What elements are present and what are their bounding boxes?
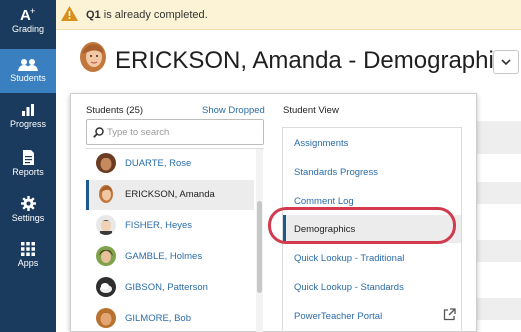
- view-item-assignments[interactable]: Assignments: [283, 129, 461, 157]
- view-item-label: Standards Progress: [294, 167, 378, 178]
- background-row: [477, 240, 521, 262]
- view-item-label: Quick Lookup - Traditional: [294, 253, 405, 264]
- student-row-duarte[interactable]: DUARTE, Rose: [86, 149, 254, 179]
- background-row: [477, 182, 521, 204]
- nav-label: Reports: [12, 167, 44, 177]
- nav-label: Students: [10, 73, 46, 83]
- nav-label: Settings: [11, 213, 45, 223]
- nav-item-reports[interactable]: Reports: [0, 150, 56, 188]
- scrollbar-thumb[interactable]: [257, 201, 262, 293]
- nav-label: Grading: [11, 24, 45, 34]
- show-dropped-link[interactable]: Show Dropped: [202, 105, 265, 116]
- svg-text:+: +: [30, 6, 35, 16]
- view-item-label: Comment Log: [294, 196, 354, 207]
- student-row-gamble[interactable]: GAMBLE, Holmes: [86, 242, 254, 272]
- nav-item-grading[interactable]: A + Grading: [0, 6, 56, 46]
- warning-icon: [61, 6, 78, 21]
- student-name: FISHER, Heyes: [125, 220, 193, 231]
- student-view-dropdown[interactable]: [493, 50, 519, 74]
- student-row-fisher[interactable]: FISHER, Heyes: [86, 211, 254, 241]
- view-item-label: Assignments: [294, 138, 349, 149]
- view-item-label: Quick Lookup - Standards: [294, 282, 404, 293]
- students-heading: Students (25): [86, 105, 144, 116]
- view-item-label: PowerTeacher Portal: [294, 311, 383, 322]
- view-item-powerteacher-portal[interactable]: PowerTeacher Portal: [283, 302, 461, 330]
- nav-item-apps[interactable]: Apps: [0, 242, 56, 280]
- student-avatar: [96, 308, 116, 328]
- background-row: [477, 298, 521, 320]
- view-item-standards-progress[interactable]: Standards Progress: [283, 158, 461, 186]
- progress-icon: [22, 104, 34, 116]
- student-avatar: [96, 277, 116, 297]
- student-name: DUARTE, Rose: [125, 158, 192, 169]
- warning-banner: Q1 is already completed.: [56, 0, 521, 30]
- student-row-gilmore[interactable]: GILMORE, Bob: [86, 304, 254, 332]
- term-label: Q1: [86, 9, 101, 21]
- student-avatar: [96, 215, 116, 235]
- student-name: GIBSON, Patterson: [125, 282, 208, 293]
- background-row: [477, 121, 521, 154]
- left-nav: A + Grading Students Progress Reports Se…: [0, 0, 56, 332]
- apps-icon: [21, 242, 35, 256]
- student-name: GILMORE, Bob: [125, 313, 191, 324]
- student-name: ERICKSON, Amanda: [125, 189, 215, 200]
- warning-message: Q1 is already completed.: [86, 9, 208, 21]
- nav-item-settings[interactable]: Settings: [0, 196, 56, 234]
- settings-icon: [20, 196, 36, 211]
- student-row-gibson[interactable]: GIBSON, Patterson: [86, 273, 254, 303]
- search-icon: [93, 127, 104, 138]
- search-input[interactable]: [107, 125, 257, 140]
- external-link-icon: [443, 308, 456, 321]
- nav-label: Progress: [9, 119, 46, 129]
- student-view-heading: Student View: [283, 105, 339, 116]
- student-list: DUARTE, Rose ERICKSON, Amanda FISHER, He…: [86, 148, 264, 332]
- chevron-down-icon: [501, 59, 511, 66]
- student-search: [86, 119, 264, 145]
- student-avatar: [96, 153, 116, 173]
- view-item-quick-lookup-standards[interactable]: Quick Lookup - Standards: [283, 273, 461, 301]
- nav-label: Apps: [17, 258, 39, 268]
- grading-icon: A +: [20, 6, 35, 22]
- view-item-quick-lookup-traditional[interactable]: Quick Lookup - Traditional: [283, 244, 461, 272]
- student-avatar: [80, 42, 106, 72]
- reports-icon: [22, 150, 34, 165]
- student-avatar: [99, 185, 113, 203]
- student-name: GAMBLE, Holmes: [125, 251, 203, 262]
- warning-text: is already completed.: [100, 9, 208, 21]
- nav-item-progress[interactable]: Progress: [0, 103, 56, 141]
- student-row-erickson[interactable]: ERICKSON, Amanda: [86, 180, 254, 210]
- nav-item-students[interactable]: Students: [0, 49, 56, 93]
- students-icon: [18, 59, 38, 71]
- page-title: ERICKSON, Amanda - Demographics: [115, 47, 518, 74]
- student-avatar: [96, 246, 116, 266]
- demographics-highlight-ring: [268, 207, 456, 244]
